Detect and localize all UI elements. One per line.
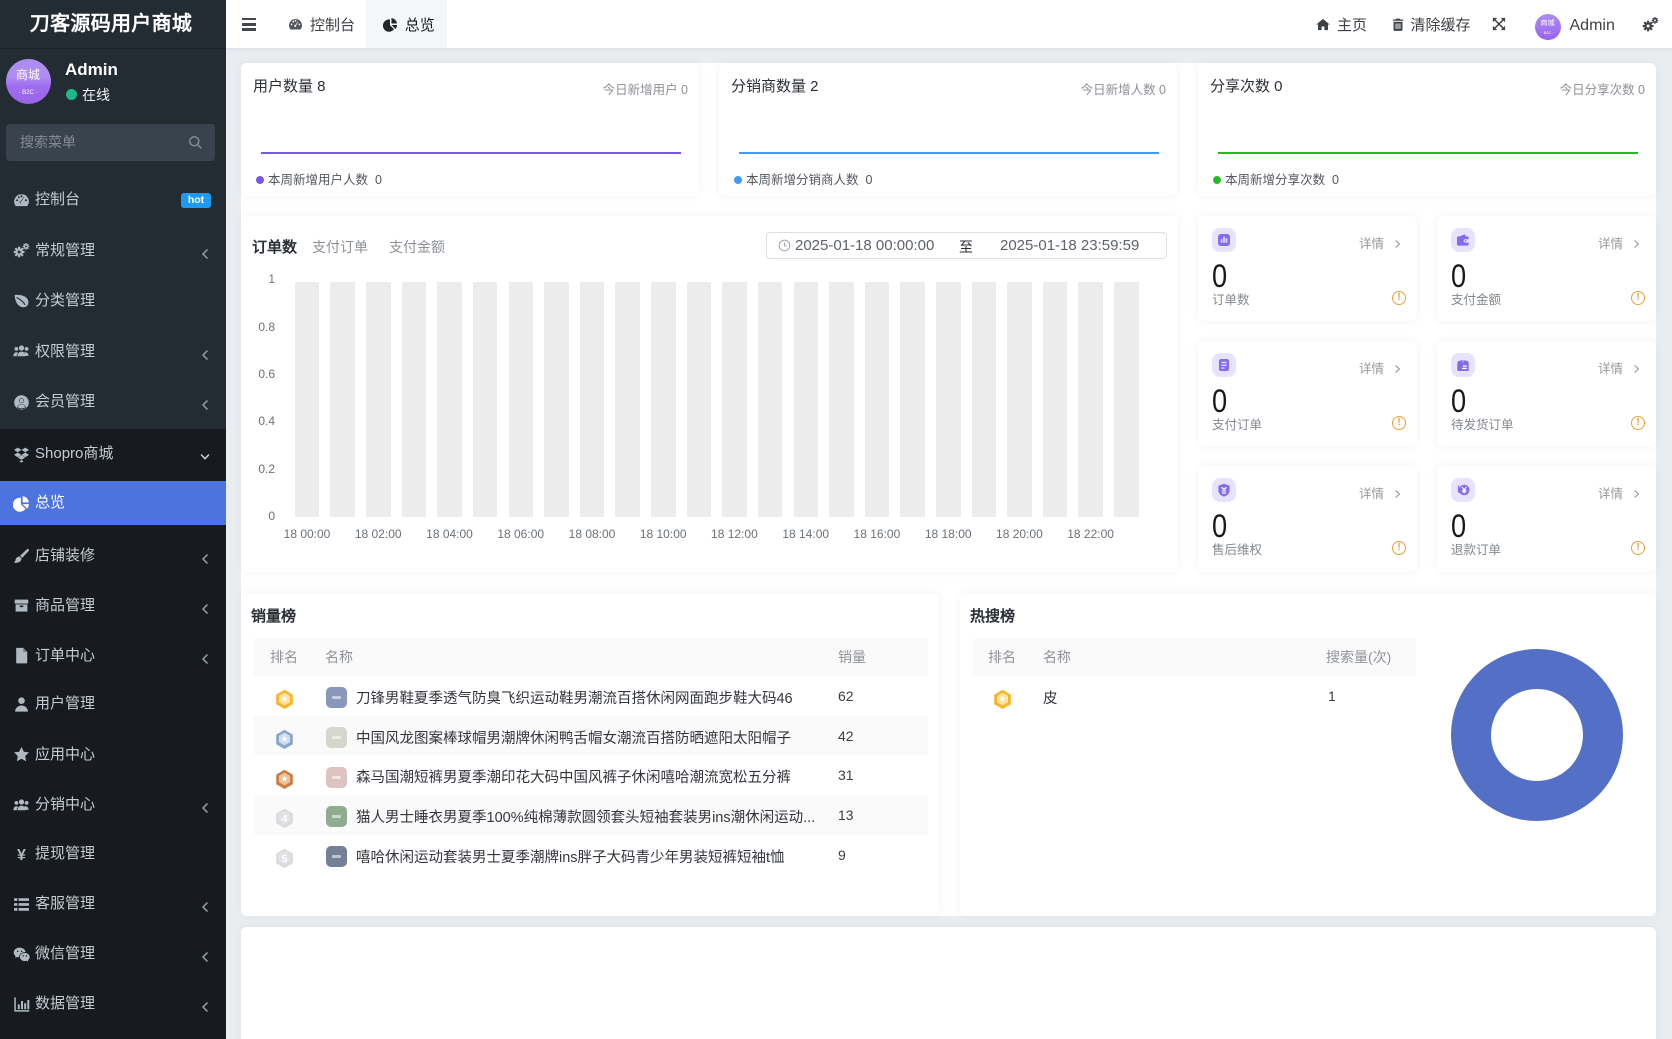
svg-text:5: 5 <box>282 854 288 865</box>
svg-text:¥: ¥ <box>17 846 26 862</box>
svg-text:4: 4 <box>282 815 288 826</box>
